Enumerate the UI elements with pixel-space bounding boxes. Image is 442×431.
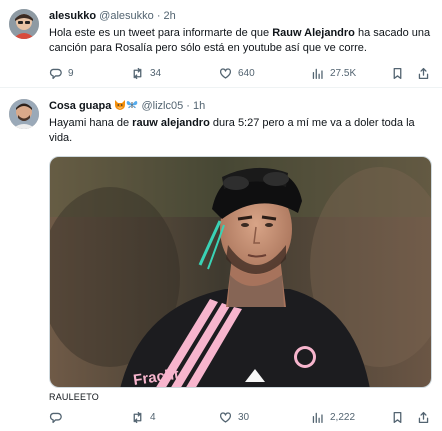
display-name[interactable]: Cosa guapa xyxy=(49,100,111,112)
retweet-count: 34 xyxy=(150,67,162,79)
bookmark-button[interactable] xyxy=(391,65,404,81)
like-count: 30 xyxy=(238,411,250,423)
like-count: 640 xyxy=(238,67,255,79)
tweet-header: Cosa guapa @lizlc05 · 1h xyxy=(49,99,205,113)
reply-button[interactable]: 9 xyxy=(49,65,74,81)
retweet-button[interactable]: 4 xyxy=(131,409,156,425)
bookmark-icon xyxy=(393,67,402,79)
butterfly-emoji xyxy=(127,101,138,109)
tweet-text: Hayami hana de rauw alejandro dura 5:27 … xyxy=(49,116,434,146)
bookmark-button[interactable] xyxy=(391,409,404,425)
text-bold-segment: rauw alejandro xyxy=(132,117,210,129)
views-icon xyxy=(312,412,323,423)
tweet-header: alesukko @alesukko · 2h xyxy=(49,9,176,23)
share-button[interactable] xyxy=(417,409,430,425)
views-button[interactable]: 27.5K xyxy=(311,65,356,81)
timestamp[interactable]: 2h xyxy=(164,10,176,22)
display-name[interactable]: alesukko xyxy=(49,10,96,22)
tweet[interactable]: Cosa guapa @lizlc05 · 1h Hayami hana de … xyxy=(0,89,442,431)
avatar[interactable] xyxy=(9,9,39,39)
action-bar: 4 30 2,222 xyxy=(49,409,429,425)
tweet[interactable]: alesukko @alesukko · 2h Hola este es un … xyxy=(0,0,442,88)
separator: · xyxy=(186,100,190,112)
views-button[interactable]: 2,222 xyxy=(311,409,355,425)
share-button[interactable] xyxy=(417,65,430,81)
reply-count: 9 xyxy=(68,67,74,79)
like-button[interactable]: 30 xyxy=(219,409,249,425)
avatar[interactable] xyxy=(9,99,39,129)
views-icon xyxy=(312,68,323,79)
like-button[interactable]: 640 xyxy=(219,65,255,81)
tweet-photo[interactable]: Fracht xyxy=(49,156,432,388)
bookmark-icon xyxy=(393,411,402,423)
handle[interactable]: @lizlc05 xyxy=(141,100,183,112)
text-bold-segment: Rauw Alejandro xyxy=(272,27,355,39)
views-count: 27.5K xyxy=(330,67,357,79)
text-segment: Hola este es un tweet para informarte de… xyxy=(49,27,273,39)
photo-credit: RAULEETO xyxy=(49,392,99,402)
retweet-icon xyxy=(133,411,142,423)
tweet-text: Hola este es un tweet para informarte de… xyxy=(49,26,434,56)
fox-face-emoji xyxy=(115,100,126,110)
like-icon xyxy=(219,411,232,423)
share-icon xyxy=(418,411,429,423)
share-icon xyxy=(418,67,429,79)
views-count: 2,222 xyxy=(330,411,356,423)
retweet-count: 4 xyxy=(150,411,156,423)
retweet-button[interactable]: 34 xyxy=(131,65,161,81)
timestamp[interactable]: 1h xyxy=(193,100,205,112)
separator: · xyxy=(156,10,161,22)
reply-button[interactable] xyxy=(49,409,68,425)
like-icon xyxy=(219,67,232,79)
text-segment: Hayami hana de xyxy=(49,117,133,129)
action-bar: 9 34 640 27.5K xyxy=(49,65,429,81)
retweet-icon xyxy=(133,67,142,79)
handle[interactable]: @alesukko xyxy=(99,10,154,22)
reply-icon xyxy=(49,412,62,423)
reply-icon xyxy=(49,68,62,79)
